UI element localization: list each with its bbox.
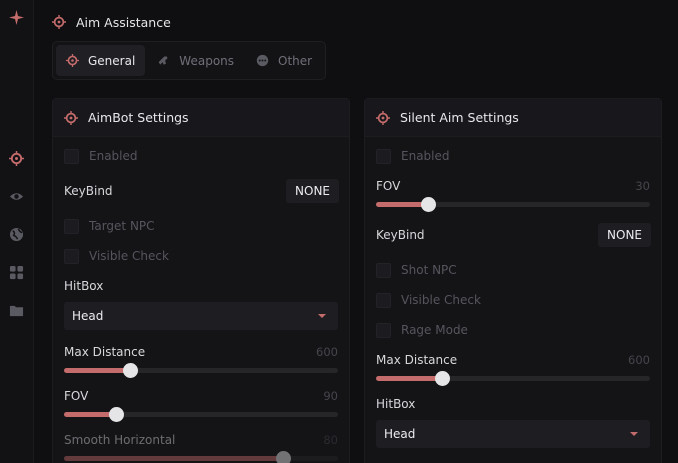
- checkbox-box[interactable]: [64, 218, 79, 234]
- silent-fov-value: 30: [635, 179, 650, 193]
- silent-keybind-label: KeyBind: [376, 228, 425, 242]
- tab-weapons[interactable]: Weapons: [147, 45, 244, 76]
- silent-aim-settings-panel: Silent Aim Settings Enabled FOV 30 KeyBi…: [364, 98, 662, 463]
- silent-max-distance-label: Max Distance: [376, 353, 458, 367]
- checkbox-label: Enabled: [89, 149, 138, 163]
- checkbox-label: Visible Check: [401, 293, 481, 307]
- gun-icon: [158, 56, 168, 65]
- crosshair-icon: [52, 15, 66, 29]
- sidebar-item-world[interactable]: [8, 226, 25, 243]
- aimbot-max-distance-label: Max Distance: [64, 345, 146, 359]
- tab-label: Weapons: [179, 53, 235, 68]
- slider-handle[interactable]: [276, 451, 292, 463]
- sidebar: [0, 0, 34, 463]
- checkbox-label: Shot NPC: [401, 263, 457, 277]
- checkbox-label: Visible Check: [89, 249, 169, 263]
- aimbot-enabled-checkbox[interactable]: Enabled: [64, 148, 138, 164]
- slider-handle[interactable]: [109, 407, 125, 422]
- aimbot-fov-value: 90: [323, 389, 338, 403]
- checkbox-box[interactable]: [64, 248, 79, 264]
- silent-keybind-button[interactable]: NONE: [598, 223, 651, 247]
- silent-enabled-checkbox[interactable]: Enabled: [376, 148, 450, 164]
- aimbot-max-distance-slider[interactable]: [64, 363, 338, 378]
- panel-header: AimBot Settings: [53, 99, 349, 137]
- caret-down-icon: [318, 314, 326, 318]
- select-value: Head: [72, 309, 104, 323]
- silent-shot-npc-checkbox[interactable]: Shot NPC: [376, 262, 457, 278]
- silent-max-distance-value: 600: [628, 353, 650, 367]
- tab-bar: General Weapons Other: [52, 41, 326, 80]
- aimbot-max-distance-value: 600: [316, 345, 338, 359]
- folder-icon: [9, 305, 24, 317]
- checkbox-label: Rage Mode: [401, 323, 468, 337]
- aimbot-target-npc-checkbox[interactable]: Target NPC: [64, 218, 155, 234]
- aimbot-keybind-label: KeyBind: [64, 184, 113, 198]
- aimbot-hitbox-label: HitBox: [64, 279, 104, 293]
- silent-rage-mode-checkbox[interactable]: Rage Mode: [376, 322, 468, 338]
- grid-icon: [9, 265, 24, 280]
- aimbot-fov-slider[interactable]: [64, 407, 338, 422]
- crosshair-icon: [66, 54, 79, 67]
- panel-header: Silent Aim Settings: [365, 99, 661, 137]
- checkbox-box[interactable]: [64, 148, 79, 164]
- slider-fill: [64, 368, 130, 373]
- eye-icon: [9, 193, 24, 200]
- aimbot-smooth-horizontal-label: Smooth Horizontal: [64, 433, 176, 447]
- aimbot-hitbox-select[interactable]: Head: [64, 302, 338, 330]
- globe-icon: [9, 227, 24, 242]
- slider-handle[interactable]: [421, 197, 437, 212]
- silent-visible-check-checkbox[interactable]: Visible Check: [376, 292, 481, 308]
- sidebar-item-configs[interactable]: [8, 302, 25, 319]
- checkbox-box[interactable]: [376, 148, 391, 164]
- tab-other[interactable]: Other: [246, 45, 322, 76]
- select-value: Head: [384, 427, 416, 441]
- aimbot-settings-panel: AimBot Settings Enabled KeyBind NONE Tar…: [52, 98, 350, 463]
- page-header: Aim Assistance: [52, 12, 171, 32]
- tab-label: General: [88, 53, 136, 68]
- checkbox-label: Enabled: [401, 149, 450, 163]
- slider-handle[interactable]: [434, 371, 450, 386]
- page-title: Aim Assistance: [76, 14, 171, 30]
- slider-fill: [376, 376, 442, 381]
- silent-max-distance-slider[interactable]: [376, 371, 650, 386]
- aimbot-visible-check-checkbox[interactable]: Visible Check: [64, 248, 169, 264]
- checkbox-label: Target NPC: [89, 219, 155, 233]
- silent-hitbox-label: HitBox: [376, 397, 416, 411]
- caret-down-icon: [630, 432, 638, 436]
- tab-general[interactable]: General: [56, 45, 146, 76]
- crosshair-icon: [64, 110, 78, 125]
- sidebar-item-aim[interactable]: [8, 150, 25, 167]
- silent-fov-slider[interactable]: [376, 197, 650, 212]
- checkbox-box[interactable]: [376, 262, 391, 278]
- sidebar-item-visuals[interactable]: [8, 188, 25, 205]
- aimbot-fov-label: FOV: [64, 389, 89, 403]
- slider-handle[interactable]: [122, 363, 138, 378]
- silent-hitbox-select[interactable]: Head: [376, 420, 650, 448]
- crosshair-icon: [9, 151, 24, 166]
- crosshair-icon: [376, 110, 390, 125]
- logo-star-icon: [8, 9, 25, 26]
- panel-title: AimBot Settings: [88, 110, 189, 125]
- checkbox-box[interactable]: [376, 292, 391, 308]
- checkbox-box[interactable]: [376, 322, 391, 338]
- panel-title: Silent Aim Settings: [400, 110, 519, 125]
- tab-label: Other: [278, 53, 313, 68]
- aimbot-smooth-horizontal-slider[interactable]: [64, 451, 338, 463]
- sidebar-item-misc[interactable]: [8, 264, 25, 281]
- aimbot-smooth-horizontal-value: 80: [323, 433, 338, 447]
- silent-fov-label: FOV: [376, 179, 401, 193]
- aimbot-keybind-button[interactable]: NONE: [286, 179, 339, 203]
- slider-fill: [64, 456, 284, 461]
- more-dots-icon: [256, 54, 269, 67]
